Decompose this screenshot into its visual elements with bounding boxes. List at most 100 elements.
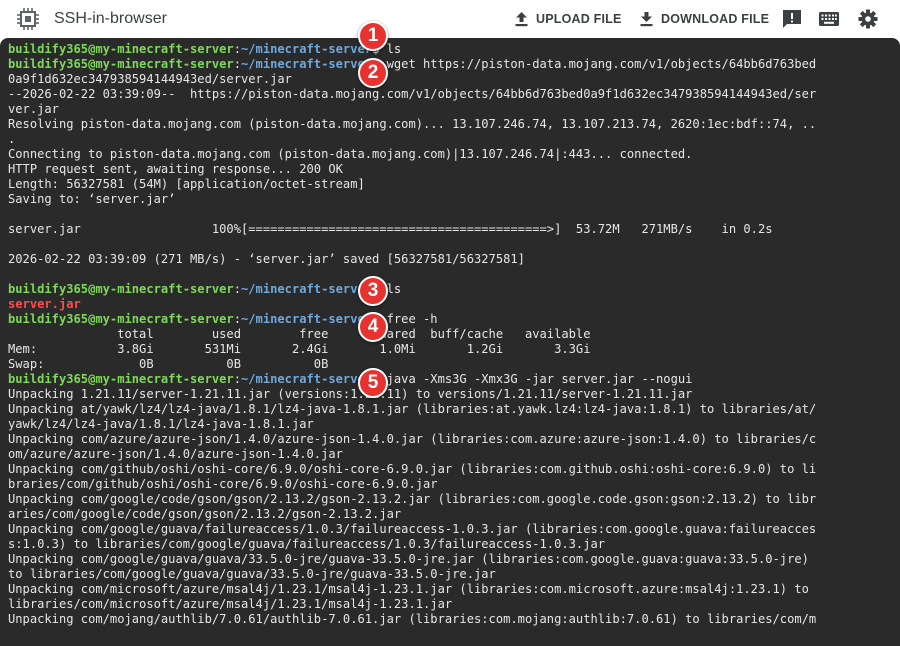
terminal-prompt-line: buildify365@my-minecraft-server:~/minecr… — [8, 312, 888, 327]
title-bar: SSH-in-browser UPLOAD FILE DOWNLOAD FILE — [0, 0, 900, 38]
output-text: Swap: 0B 0B 0B — [8, 357, 329, 371]
output-text: braries/com/github/oshi/oshi-core/6.9.0/… — [8, 477, 438, 491]
output-text: Unpacking com/google/guava/guava/33.5.0-… — [8, 552, 809, 566]
terminal-output-line: Swap: 0B 0B 0B — [8, 357, 888, 372]
prompt-separator: : — [233, 372, 241, 386]
terminal[interactable]: buildify365@my-minecraft-server:~/minecr… — [0, 38, 900, 646]
terminal-output-line: libraries/com/microsoft/azure/msal4j/1.2… — [8, 597, 888, 612]
output-text: Unpacking com/microsoft/azure/msal4j/1.2… — [8, 582, 809, 596]
output-text: HTTP request sent, awaiting response... … — [8, 162, 343, 176]
terminal-output-line: HTTP request sent, awaiting response... … — [8, 162, 888, 177]
prompt-path: ~/minecraft-server — [241, 372, 373, 386]
callout-badge-2: 2 — [358, 58, 388, 88]
output-text: Mem: 3.8Gi 531Mi 2.4Gi 1.0Mi 1.2Gi 3.3Gi — [8, 342, 591, 356]
terminal-output-line: Unpacking com/google/guava/guava/33.5.0-… — [8, 552, 888, 567]
callout-badge-4: 4 — [358, 312, 388, 342]
download-icon — [640, 11, 653, 26]
callout-badge-5: 5 — [358, 368, 388, 398]
prompt-separator: : — [233, 282, 241, 296]
output-text: ver.jar — [8, 102, 59, 116]
terminal-output-line: to libraries/com/google/guava/guava/33.5… — [8, 567, 888, 582]
output-text: total used free shared buff/cache availa… — [8, 327, 591, 341]
terminal-output-line: Mem: 3.8Gi 531Mi 2.4Gi 1.0Mi 1.2Gi 3.3Gi — [8, 342, 888, 357]
feedback-icon[interactable] — [782, 9, 802, 29]
terminal-output-line: Unpacking com/microsoft/azure/msal4j/1.2… — [8, 582, 888, 597]
prompt-path: ~/minecraft-server — [241, 57, 373, 71]
prompt-path: ~/minecraft-server — [241, 42, 373, 56]
terminal-output-line: server.jar 100%[========================… — [8, 222, 888, 237]
command-text: wget https://piston-data.mojang.com/v1/o… — [386, 57, 817, 71]
terminal-prompt-line: buildify365@my-minecraft-server:~/minecr… — [8, 57, 888, 72]
prompt-separator: : — [233, 42, 241, 56]
output-text: libraries/com/microsoft/azure/msal4j/1.2… — [8, 597, 453, 611]
terminal-output-line: Unpacking com/azure/azure-json/1.4.0/azu… — [8, 432, 888, 447]
output-text: Unpacking com/google/guava/failureaccess… — [8, 522, 817, 536]
keyboard-icon[interactable] — [818, 9, 840, 29]
output-text: 0a9f1d632ec347938594144943ed/server.jar — [8, 72, 292, 86]
terminal-output-line: Unpacking at/yawk/lz4/lz4-java/1.8.1/lz4… — [8, 402, 888, 417]
terminal-output-line: aries/com/google/code/gson/gson/2.13.2/g… — [8, 507, 888, 522]
upload-icon — [515, 11, 528, 26]
terminal-output-line: --2026-02-22 03:39:09-- https://piston-d… — [8, 87, 888, 102]
prompt-separator: : — [233, 312, 241, 326]
upload-file-label: UPLOAD FILE — [536, 12, 622, 26]
output-text: Unpacking at/yawk/lz4/lz4-java/1.8.1/lz4… — [8, 402, 817, 416]
terminal-output-line: braries/com/github/oshi/oshi-core/6.9.0/… — [8, 477, 888, 492]
prompt-user: buildify365@my-minecraft-server — [8, 312, 234, 326]
prompt-path: ~/minecraft-server — [241, 312, 373, 326]
terminal-output-line: Unpacking com/google/guava/failureaccess… — [8, 522, 888, 537]
output-text: . — [8, 132, 16, 146]
command-text: ls — [386, 42, 402, 56]
output-text: 2026-02-22 03:39:09 (271 MB/s) - ‘server… — [8, 252, 525, 266]
output-text: Unpacking com/github/oshi/oshi-core/6.9.… — [8, 462, 817, 476]
terminal-output-line: 0a9f1d632ec347938594144943ed/server.jar — [8, 72, 888, 87]
output-text: aries/com/google/code/gson/gson/2.13.2/g… — [8, 507, 402, 521]
output-text: server.jar — [8, 297, 81, 311]
output-text: server.jar 100%[========================… — [8, 222, 773, 236]
chip-icon — [17, 8, 39, 30]
callout-badge-3: 3 — [358, 276, 388, 306]
prompt-path: ~/minecraft-server — [241, 282, 373, 296]
output-text: s:1.0.3) to libraries/com/google/guava/f… — [8, 537, 606, 551]
prompt-user: buildify365@my-minecraft-server — [8, 42, 234, 56]
output-text: Resolving piston-data.mojang.com (piston… — [8, 117, 817, 131]
output-text: Saving to: ‘server.jar’ — [8, 192, 176, 206]
output-text: to libraries/com/google/guava/guava/33.5… — [8, 567, 496, 581]
prompt-user: buildify365@my-minecraft-server — [8, 282, 234, 296]
terminal-prompt-line: buildify365@my-minecraft-server:~/minecr… — [8, 282, 888, 297]
terminal-output-line: . — [8, 132, 888, 147]
terminal-output-line: om/azure/azure-json/1.4.0/azure-json-1.4… — [8, 447, 888, 462]
terminal-output-line: total used free shared buff/cache availa… — [8, 327, 888, 342]
output-text: om/azure/azure-json/1.4.0/azure-json-1.4… — [8, 447, 343, 461]
output-text: --2026-02-22 03:39:09-- https://piston-d… — [8, 87, 817, 101]
terminal-output-line: server.jar — [8, 297, 888, 312]
output-text: Unpacking com/google/code/gson/gson/2.13… — [8, 492, 817, 506]
download-file-label: DOWNLOAD FILE — [661, 12, 770, 26]
terminal-output-line: Unpacking com/mojang/authlib/7.0.61/auth… — [8, 612, 888, 627]
output-text: Unpacking com/mojang/authlib/7.0.61/auth… — [8, 612, 817, 626]
upload-file-button[interactable]: UPLOAD FILE — [515, 9, 622, 29]
terminal-prompt-line: buildify365@my-minecraft-server:~/minecr… — [8, 372, 888, 387]
terminal-output-line: Unpacking com/github/oshi/oshi-core/6.9.… — [8, 462, 888, 477]
terminal-output-line: Saving to: ‘server.jar’ — [8, 192, 888, 207]
output-text: Connecting to piston-data.mojang.com (pi… — [8, 147, 693, 161]
prompt-user: buildify365@my-minecraft-server — [8, 57, 234, 71]
terminal-output-line: Resolving piston-data.mojang.com (piston… — [8, 117, 888, 132]
gear-icon[interactable] — [858, 9, 878, 29]
terminal-output-line: Unpacking 1.21.11/server-1.21.11.jar (ve… — [8, 387, 888, 402]
output-text: Unpacking 1.21.11/server-1.21.11.jar (ve… — [8, 387, 693, 401]
terminal-output-line: Connecting to piston-data.mojang.com (pi… — [8, 147, 888, 162]
terminal-output-line: Length: 56327581 (54M) [application/octe… — [8, 177, 888, 192]
prompt-user: buildify365@my-minecraft-server — [8, 372, 234, 386]
terminal-output-line: s:1.0.3) to libraries/com/google/guava/f… — [8, 537, 888, 552]
window-title: SSH-in-browser — [54, 10, 167, 27]
output-text: yawk/lz4/lz4-java/1.8.1/lz4-java-1.8.1.j… — [8, 417, 314, 431]
terminal-prompt-line: buildify365@my-minecraft-server:~/minecr… — [8, 42, 888, 57]
terminal-output-line: 2026-02-22 03:39:09 (271 MB/s) - ‘server… — [8, 252, 888, 267]
download-file-button[interactable]: DOWNLOAD FILE — [640, 9, 769, 29]
prompt-separator: : — [233, 57, 241, 71]
callout-badge-1: 1 — [358, 21, 388, 51]
output-text: Length: 56327581 (54M) [application/octe… — [8, 177, 365, 191]
